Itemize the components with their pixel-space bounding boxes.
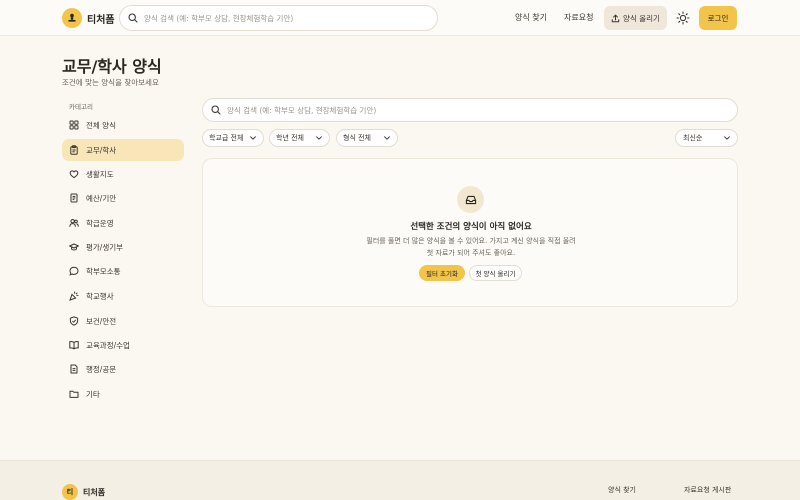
filter-format-label: 형식 전체 [343,134,371,142]
sidebar-item-evaluation[interactable]: 평가/생기부 [62,236,184,258]
logo-badge-icon [62,8,82,28]
page-title: 교무/학사 양식 [62,57,162,76]
chevron-down-icon [724,136,730,140]
header-search [119,5,438,31]
brand-name: 티처폼 [87,14,115,26]
folder-icon [69,390,79,398]
graduation-cap-icon [69,243,79,251]
sidebar-item-label: 기타 [86,389,100,399]
filter-format[interactable]: 형식 전체 [336,129,398,147]
sort-label: 최신순 [683,134,703,142]
sidebar-item-label: 전체 양식 [86,120,116,130]
upload-form-label: 양식 올리기 [623,13,660,23]
document-icon [70,364,78,374]
brand-logo[interactable]: 티처폼 [62,8,115,28]
chevron-down-icon [250,136,256,140]
sun-icon [676,11,690,25]
sidebar-item-curriculum[interactable]: 교육과정/수업 [62,334,184,356]
category-label: 카테고리 [69,103,93,111]
shield-icon [69,316,79,326]
sidebar-item-guidance[interactable]: 생활지도 [62,163,184,185]
sidebar-item-budget[interactable]: 예산/기안 [62,187,184,209]
sort-select[interactable]: 최신순 [675,129,738,147]
sidebar-item-class[interactable]: 학급운영 [62,212,184,234]
party-icon [69,291,79,301]
filter-school-level-label: 학교급 전체 [209,134,244,142]
filter-school-level[interactable]: 학교급 전체 [202,129,264,147]
chevron-down-icon [384,136,390,140]
footer: 티 티처폼 양식 찾기 자료요청 게시판 [0,460,800,500]
main-search-input[interactable] [227,105,707,115]
upload-first-form-button[interactable]: 첫 양식 올리기 [469,265,522,281]
sidebar-item-admin[interactable]: 행정/공문 [62,358,184,380]
sidebar-item-all[interactable]: 전체 양식 [62,114,184,136]
inbox-icon [457,186,484,213]
book-icon [69,341,79,350]
sidebar-item-label: 보건/안전 [86,316,117,326]
nav-request[interactable]: 자료요청 [564,12,593,23]
empty-state-card: 선택한 조건의 양식이 아직 없어요 필터를 풀면 더 많은 양식을 볼 수 있… [202,158,738,307]
footer-logo[interactable]: 티 티처폼 [62,484,105,500]
sidebar-item-safety[interactable]: 보건/안전 [62,310,184,332]
footer-link-find[interactable]: 양식 찾기 [608,485,636,495]
sidebar-item-academic[interactable]: 교무/학사 [62,139,184,161]
empty-state-title: 선택한 조건의 양식이 아직 없어요 [410,222,532,232]
main-search [202,98,738,122]
heart-icon [69,170,79,179]
footer-link-board[interactable]: 자료요청 게시판 [684,485,731,495]
search-icon [211,105,221,115]
sidebar-item-label: 학교행사 [86,291,114,301]
receipt-icon [70,193,78,203]
footer-brand-name: 티처폼 [83,487,106,497]
upload-icon [611,14,620,22]
sidebar-item-label: 학급운영 [86,218,114,228]
login-button[interactable]: 로그인 [699,6,737,30]
nav-find-forms[interactable]: 양식 찾기 [515,12,547,23]
chevron-down-icon [316,136,322,140]
sidebar-item-label: 평가/생기부 [86,242,124,252]
chat-icon [69,266,79,276]
page-subtitle: 조건에 맞는 양식을 찾아보세요 [62,78,159,87]
sidebar-item-label: 교육과정/수업 [86,340,130,350]
sidebar-item-etc[interactable]: 기타 [62,383,184,405]
header-search-input[interactable] [144,13,404,23]
filter-grade[interactable]: 학년 전체 [269,129,330,147]
sidebar-item-parents[interactable]: 학부모소통 [62,260,184,282]
sidebar-item-label: 교무/학사 [86,145,117,155]
filter-grade-label: 학년 전체 [276,134,304,142]
grid-icon [69,120,79,130]
clipboard-icon [70,145,78,155]
sidebar-item-label: 행정/공문 [86,364,117,374]
users-icon [69,219,79,227]
search-icon [128,13,138,23]
sidebar-item-label: 예산/기안 [86,193,117,203]
footer-badge: 티 [62,484,78,500]
empty-state-description: 필터를 풀면 더 많은 양식을 볼 수 있어요. 가지고 계신 양식을 직접 올… [366,237,576,257]
upload-form-button[interactable]: 양식 올리기 [604,6,667,30]
theme-toggle-button[interactable] [676,10,690,25]
sidebar-item-label: 생활지도 [86,169,114,179]
top-header: 티처폼 양식 찾기 자료요청 양식 올리기 로그인 [0,0,800,36]
reset-filters-button[interactable]: 필터 초기화 [419,265,465,281]
sidebar-item-label: 학부모소통 [86,266,121,276]
sidebar-item-events[interactable]: 학교행사 [62,285,184,307]
